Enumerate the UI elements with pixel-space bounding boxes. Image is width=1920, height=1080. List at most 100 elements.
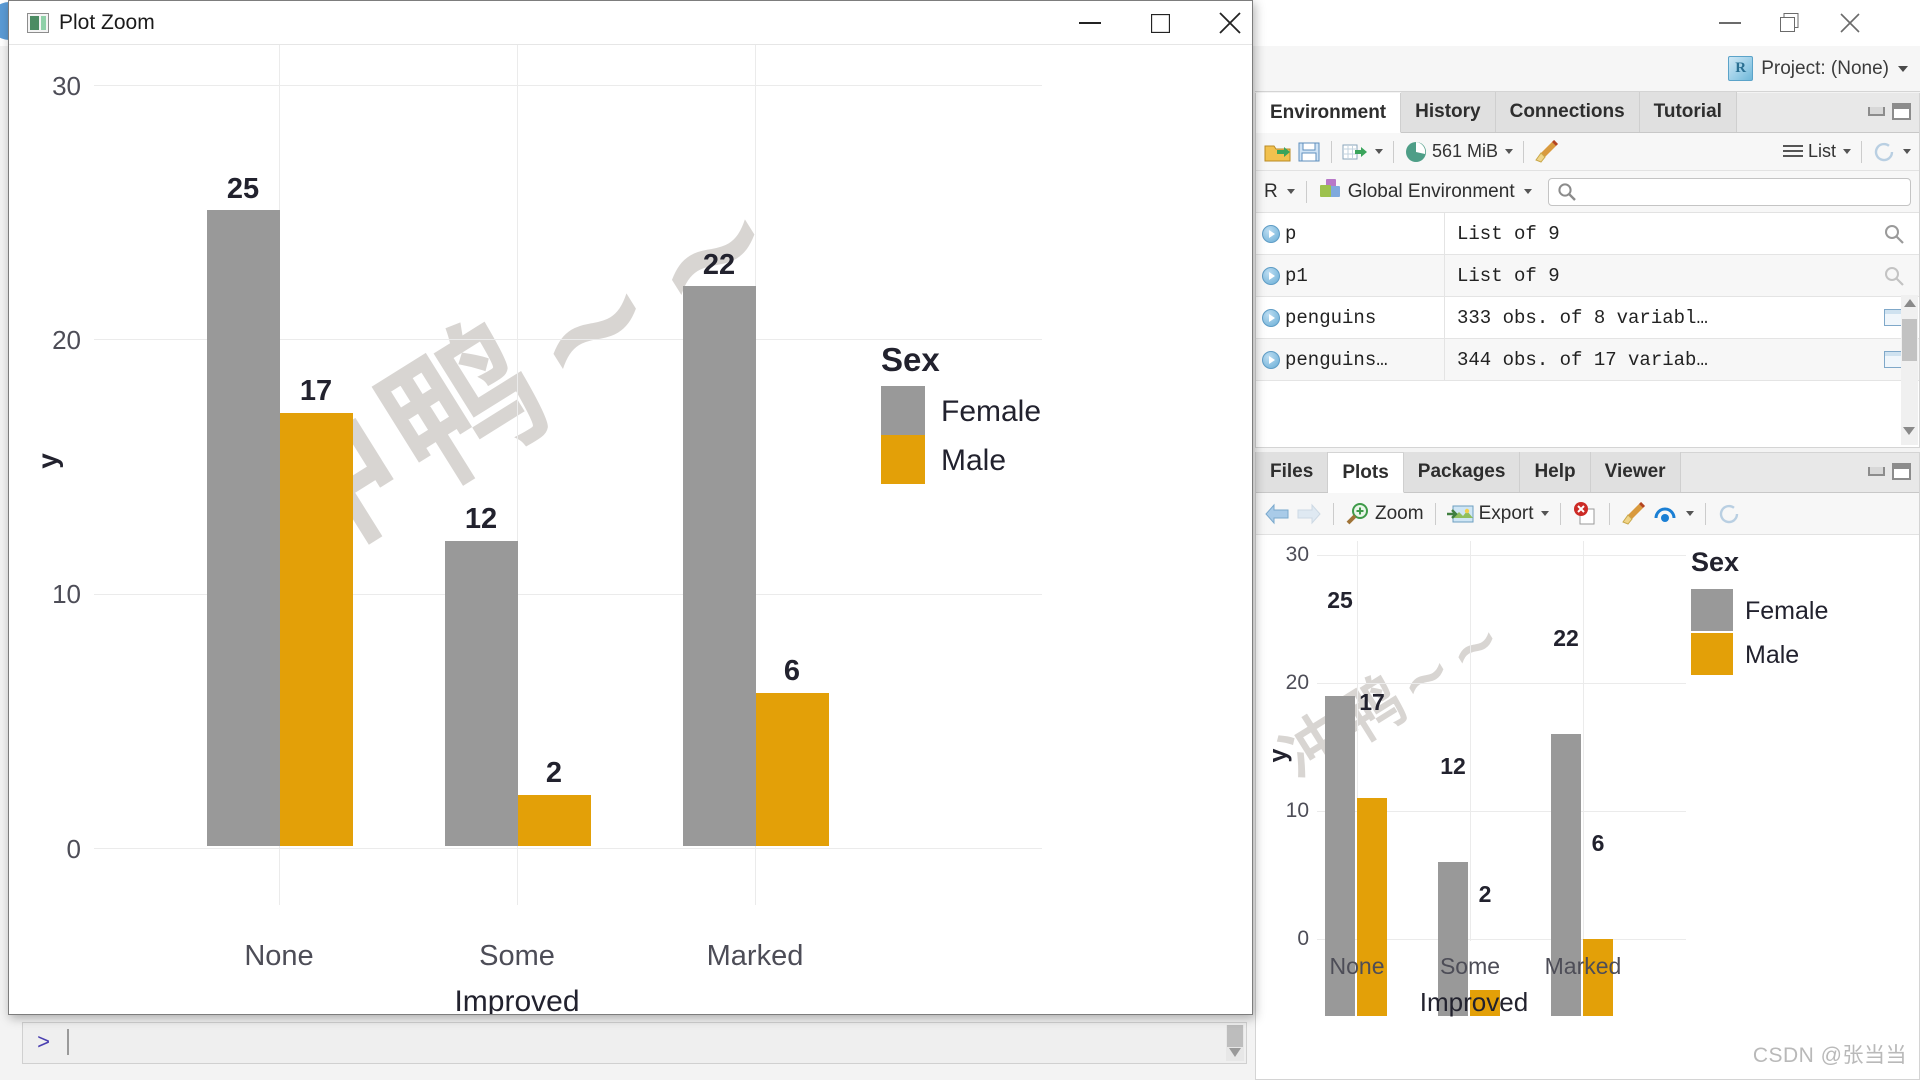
bar-value-label: 2 [1460,881,1510,908]
tab-environment-label: Environment [1270,102,1386,124]
scroll-thumb[interactable] [1227,1025,1243,1047]
legend-title: Sex [881,341,940,379]
variable-value: List of 9 [1445,265,1869,287]
r-project-cube-icon: R [1728,56,1753,81]
bar-male-none[interactable] [280,413,353,846]
env-pane-maximize-icon[interactable] [1892,103,1911,120]
bar-value-label: 22 [669,249,769,282]
memory-usage-button[interactable]: 561 MiB [1404,140,1513,164]
project-bar: R Project: (None) [1255,46,1920,92]
language-selector[interactable]: R [1264,181,1278,203]
view-mode-caret-icon[interactable] [1843,149,1851,154]
publish-icon[interactable] [1653,502,1694,526]
environment-search-input[interactable] [1548,178,1911,206]
bar-male-none[interactable] [1357,798,1387,1016]
bar-male-some[interactable] [518,795,591,846]
broom-clear-icon[interactable] [1534,140,1560,164]
arrow-left-icon[interactable] [1264,503,1290,525]
arrow-right-icon[interactable] [1296,503,1322,525]
open-folder-icon[interactable] [1264,140,1292,164]
environment-tabstrip: Environment History Connections Tutorial [1256,93,1919,133]
table-row[interactable]: penguins… 344 obs. of 17 variab… [1256,339,1919,381]
import-dataset-icon[interactable] [1342,140,1383,164]
variable-name: p [1285,213,1445,254]
bar-value-label: 2 [504,757,604,790]
table-row[interactable]: p1 List of 9 [1256,255,1919,297]
table-row[interactable]: penguins 333 obs. of 8 variabl… [1256,297,1919,339]
tab-connections[interactable]: Connections [1496,92,1640,132]
scroll-down-icon[interactable] [1229,1048,1241,1057]
tab-help[interactable]: Help [1520,452,1590,492]
plots-pane: Files Plots Packages Help Viewer [1255,452,1920,1080]
scroll-up-icon[interactable] [1904,299,1916,307]
expand-icon[interactable] [1262,267,1280,285]
tab-history[interactable]: History [1401,92,1495,132]
y-tick-label: 20 [1267,671,1309,695]
legend-key-female [881,386,925,435]
language-caret-icon[interactable] [1287,189,1295,194]
plots-pane-minimize-icon[interactable] [1868,467,1885,476]
refresh-caret-icon[interactable] [1903,149,1911,154]
rstudio-restore-button[interactable] [1760,0,1820,46]
expand-icon[interactable] [1262,351,1280,369]
bar-female-none[interactable] [207,210,280,846]
remove-plot-icon[interactable] [1572,502,1598,526]
chevron-down-icon[interactable] [1898,66,1908,72]
project-label[interactable]: Project: (None) [1761,58,1889,80]
env-pane-minimize-icon[interactable] [1868,107,1885,116]
publish-caret-icon[interactable] [1686,511,1694,516]
y-tick-label: 10 [1267,799,1309,823]
broom-clear-icon[interactable] [1621,502,1647,526]
rstudio-close-button[interactable] [1820,0,1880,46]
plot-zoom-maximize-button[interactable] [1129,1,1191,45]
environment-pane: Environment History Connections Tutorial [1255,93,1920,448]
x-tick-label: Some [417,940,617,973]
environment-caret-icon[interactable] [1524,189,1532,194]
console-scrollbar[interactable] [1226,1025,1244,1061]
search-icon[interactable] [1869,223,1919,245]
x-tick-label: Some [1420,953,1520,980]
plots-pane-maximize-icon[interactable] [1892,463,1911,480]
export-button[interactable]: Export [1447,502,1549,526]
expand-icon[interactable] [1262,225,1280,243]
y-tick-label: 10 [25,579,81,610]
scroll-down-icon[interactable] [1903,427,1915,435]
x-tick-label: Marked [1533,953,1633,980]
bar-female-marked[interactable] [683,286,756,846]
plot-zoom-minimize-button[interactable] [1059,1,1121,45]
bar-female-some[interactable] [445,541,518,846]
refresh-icon[interactable] [1717,502,1741,526]
tab-history-label: History [1415,101,1480,123]
zoom-button[interactable]: Zoom [1345,502,1424,526]
export-caret-icon[interactable] [1541,511,1549,516]
save-disk-icon[interactable] [1297,140,1321,164]
environment-scrollbar[interactable] [1901,295,1918,445]
plots-tabstrip: Files Plots Packages Help Viewer [1256,453,1919,493]
environment-selector-label[interactable]: Global Environment [1348,181,1515,203]
table-row[interactable]: p List of 9 [1256,213,1919,255]
plot-zoom-close-button[interactable] [1199,1,1261,45]
legend-key-male [1691,633,1733,675]
toolbar-separator [1523,141,1524,163]
scroll-thumb[interactable] [1902,319,1917,361]
legend-label-male: Male [1745,641,1799,670]
tab-viewer[interactable]: Viewer [1591,452,1681,492]
console-pane[interactable]: > [22,1022,1247,1064]
view-mode-button[interactable]: List [1782,141,1851,162]
refresh-icon[interactable] [1872,140,1911,164]
x-tick-label: Marked [655,940,855,973]
expand-icon[interactable] [1262,309,1280,327]
import-caret-icon[interactable] [1375,149,1383,154]
bar-male-marked[interactable] [756,693,829,846]
memory-caret-icon[interactable] [1505,149,1513,154]
tab-plots[interactable]: Plots [1328,453,1403,493]
tab-environment[interactable]: Environment [1256,93,1401,133]
tab-packages[interactable]: Packages [1404,452,1521,492]
search-icon[interactable] [1869,265,1919,287]
y-tick-label: 30 [25,71,81,102]
tab-files-label: Files [1270,461,1313,483]
tab-tutorial[interactable]: Tutorial [1640,92,1737,132]
rstudio-minimize-button[interactable] [1700,0,1760,46]
zoom-label: Zoom [1375,503,1424,525]
tab-files[interactable]: Files [1256,452,1328,492]
